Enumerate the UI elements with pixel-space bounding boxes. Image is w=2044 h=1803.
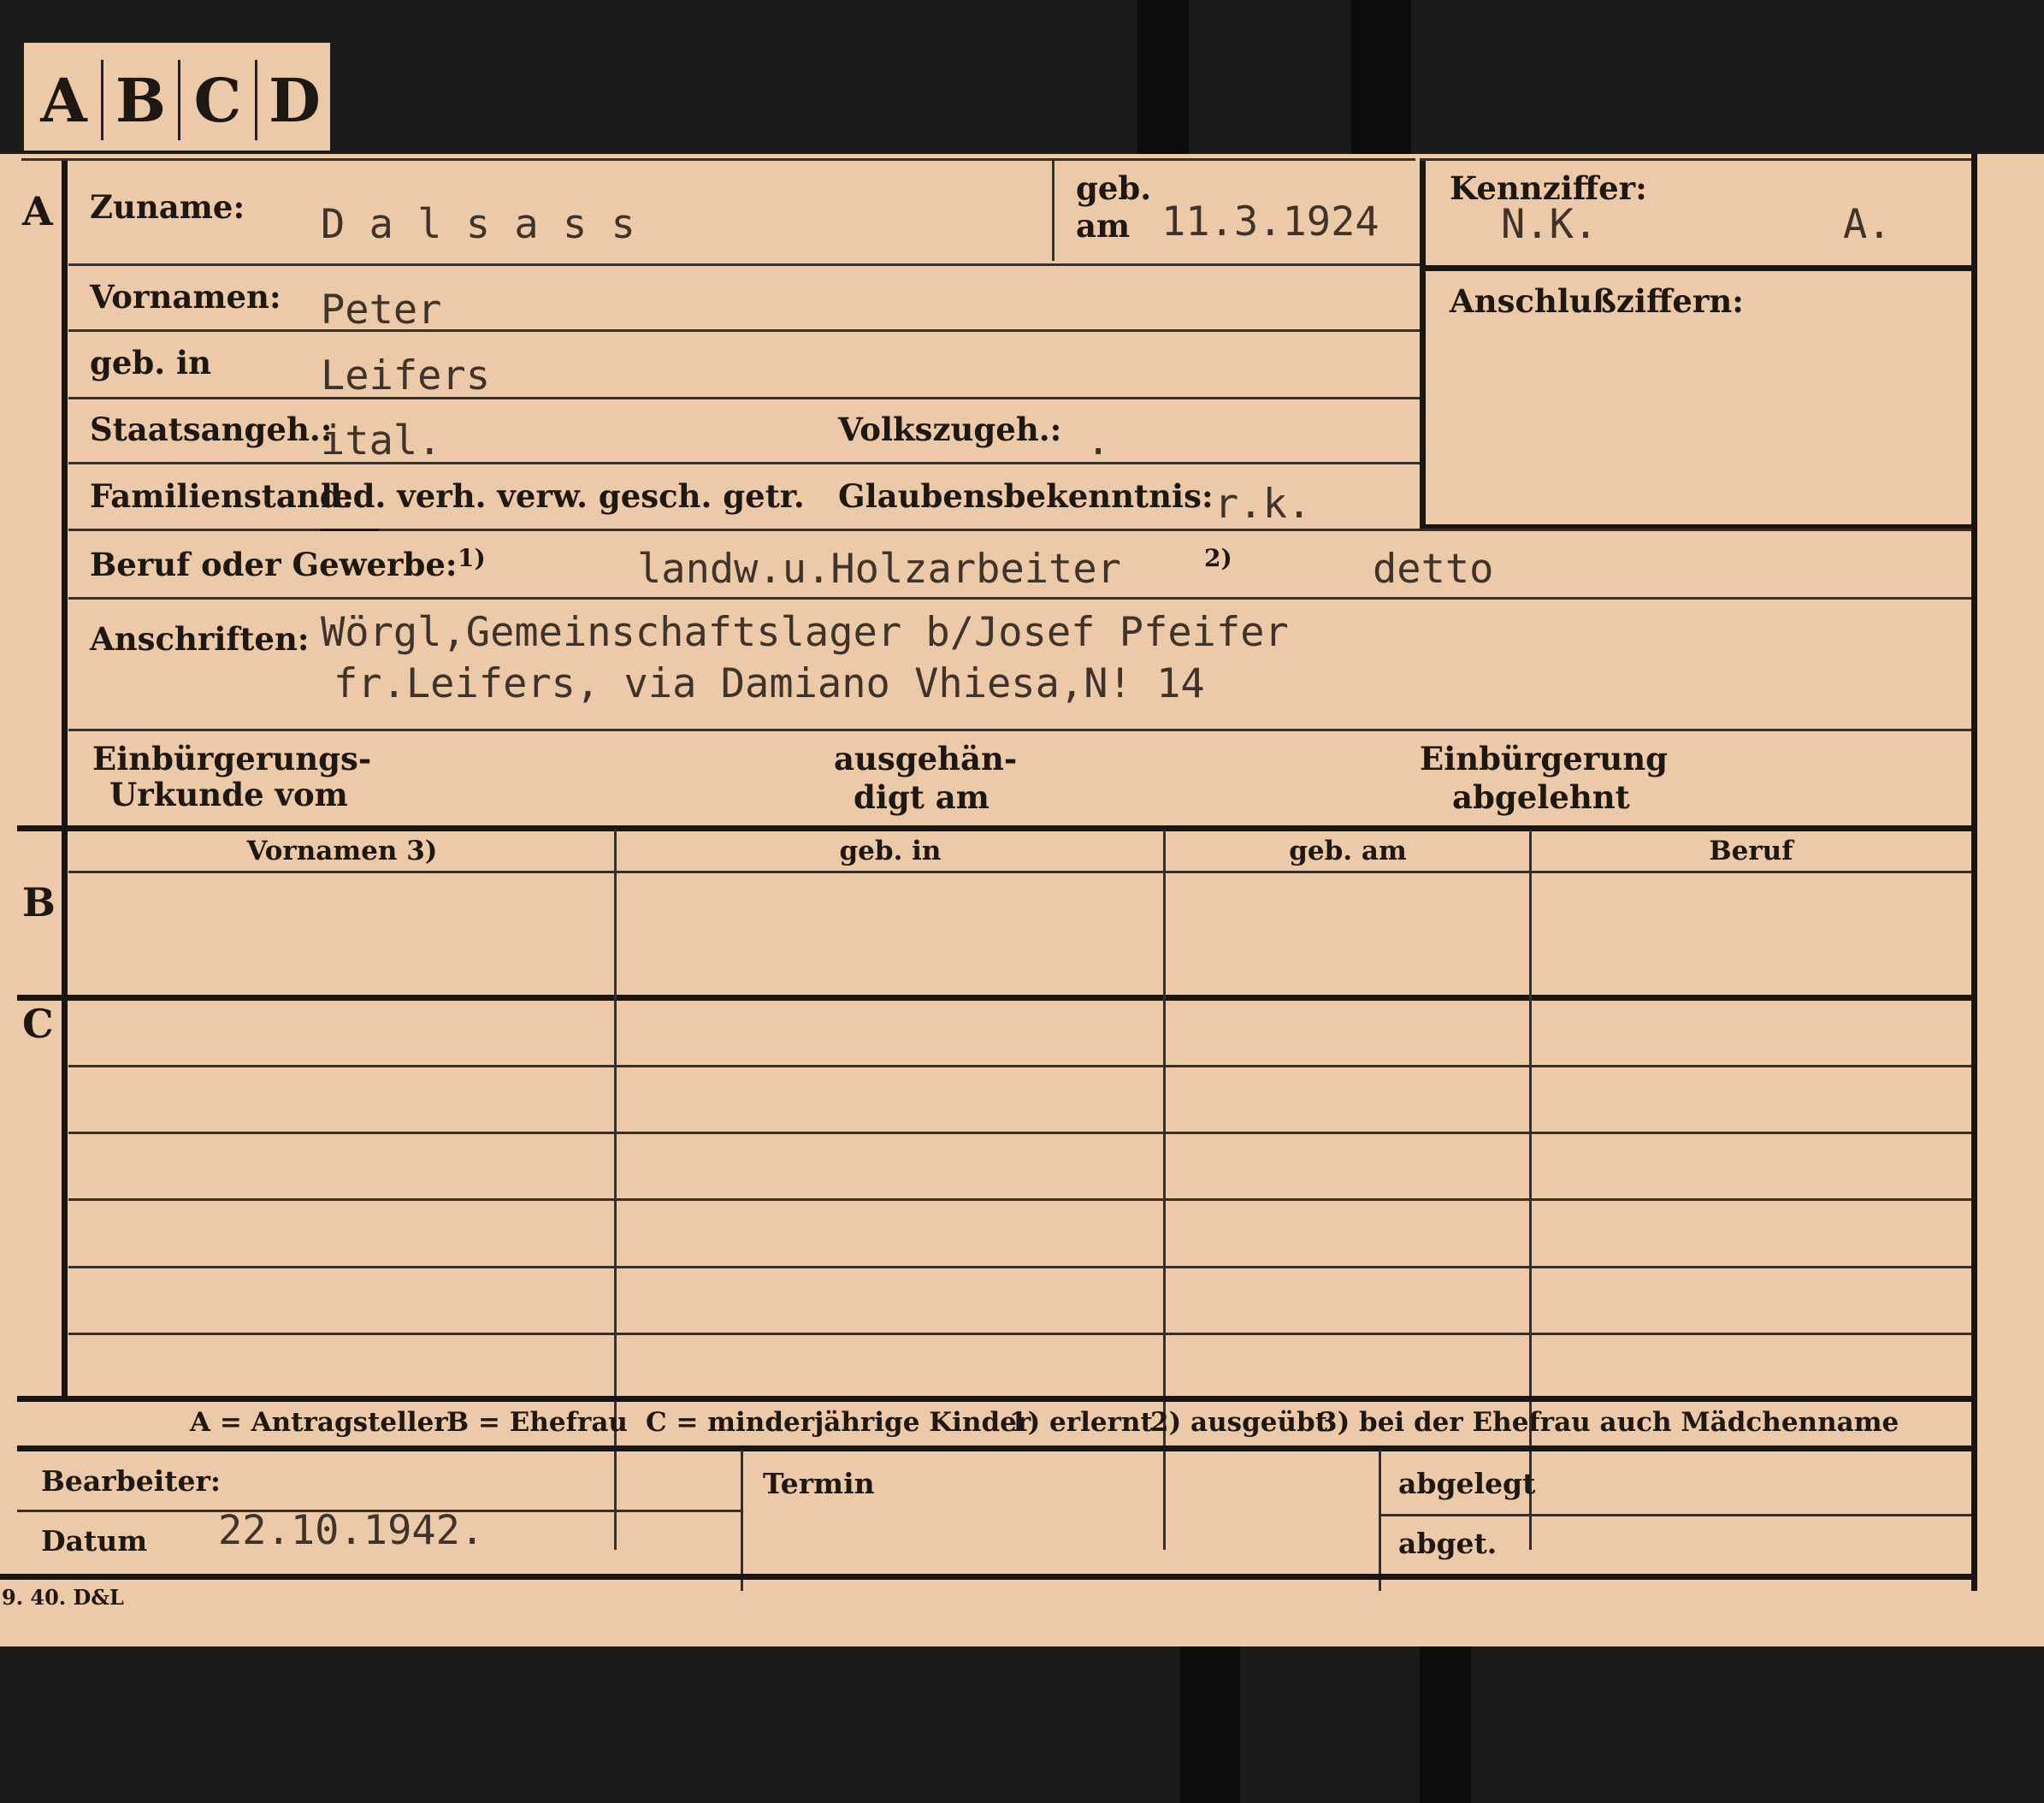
- abget-label: abget.: [1398, 1527, 1498, 1560]
- anschriften-label: Anschriften:: [90, 620, 310, 658]
- background-streak: [1137, 0, 1189, 154]
- geb-am-label: geb.: [1076, 169, 1152, 207]
- left-margin-line: [62, 158, 68, 1398]
- row-line: [68, 329, 1420, 332]
- glauben-label: Glaubensbekenntnis:: [838, 477, 1214, 515]
- row-line: [68, 597, 1971, 600]
- kennziffer-box-divider: [1426, 265, 1971, 271]
- col-beruf-header: Beruf: [1709, 836, 1793, 866]
- ausgehaendigt-label: ausgehän-: [834, 740, 1018, 777]
- row-line: [68, 729, 1971, 731]
- table-row-line: [68, 1065, 1971, 1067]
- registration-card: A Zuname: D a l s a s s geb. am 11.3.192…: [0, 154, 2044, 1646]
- beruf-ausgeuebt-value: detto: [1373, 546, 1494, 593]
- datum-value: 22.10.1942.: [218, 1507, 485, 1554]
- section-b-marker: B: [22, 879, 56, 925]
- termin-label: Termin: [763, 1467, 875, 1500]
- legend-b: B = Ehefrau: [446, 1407, 628, 1438]
- legend-top-line: [17, 1396, 1971, 1402]
- beruf-erlernt-value: landw.u.Holzarbeiter: [637, 546, 1121, 593]
- staatsangeh-label: Staatsangeh.:: [90, 411, 333, 448]
- familienstand-underline: [321, 529, 379, 531]
- anschluss-label: Anschlußziffern:: [1450, 282, 1744, 320]
- legend-c: C = minderjährige Kinder: [646, 1407, 1031, 1438]
- footer-divider: [1379, 1450, 1381, 1591]
- top-line: [21, 158, 1415, 161]
- einbuergerungs-urkunde-label: Urkunde vom: [109, 776, 348, 813]
- print-code: 9. 40. D&L: [2, 1585, 124, 1610]
- kennziffer-value: N.K.: [1501, 201, 1598, 248]
- zuname-label: Zuname:: [90, 188, 245, 226]
- background-streak: [1180, 1646, 1240, 1803]
- kennziffer-value: A.: [1843, 201, 1892, 248]
- section-a-bottom: [17, 825, 1971, 831]
- beruf-note-2: 2): [1204, 544, 1232, 572]
- abgelegt-label: abgelegt: [1398, 1467, 1536, 1500]
- section-b-bottom: [17, 995, 1971, 1001]
- geb-am-value: 11.3.1924: [1161, 198, 1379, 245]
- table-row-line: [68, 1266, 1971, 1268]
- row-line: [68, 462, 1420, 464]
- row-line: [68, 397, 1420, 399]
- kennziffer-box-left: [1420, 158, 1426, 530]
- footer-divider: [741, 1450, 743, 1591]
- vornamen-label: Vornamen:: [90, 278, 281, 316]
- index-tab: A B C D: [24, 43, 330, 151]
- zuname-value: D a l s a s s: [321, 201, 635, 248]
- einbuergerung-abgelehnt-label: Einbürgerung: [1420, 740, 1669, 777]
- tab-a: A: [40, 64, 87, 136]
- tab-c: C: [193, 64, 242, 136]
- section-a-marker: A: [22, 188, 53, 234]
- vornamen-value: Peter: [321, 287, 442, 334]
- tab-d: D: [269, 64, 321, 136]
- datum-label: Datum: [41, 1524, 148, 1558]
- legend-a: A = Antragsteller: [190, 1407, 448, 1438]
- geb-in-label: geb. in: [90, 344, 212, 381]
- footer-row-line: [1381, 1514, 1971, 1516]
- background-streak: [1351, 0, 1411, 154]
- glauben-value: r.k.: [1214, 481, 1312, 528]
- einbuergerungs-urkunde-label: Einbürgerungs-: [92, 740, 372, 777]
- tab-divider: [101, 60, 103, 140]
- familienstand-options: led. verh. verw. gesch. getr.: [321, 477, 805, 515]
- geb-am-label: am: [1076, 207, 1131, 245]
- volkszugeh-value: .: [1086, 417, 1111, 464]
- right-border-line: [1971, 154, 1977, 1591]
- familienstand-label: Familienstand:: [90, 477, 354, 515]
- column-divider: [1529, 830, 1532, 1550]
- table-row-line: [68, 1198, 1971, 1201]
- row-line: [68, 263, 1420, 266]
- tab-b: B: [115, 64, 167, 136]
- tab-divider: [255, 60, 257, 140]
- ausgehaendigt-label: digt am: [854, 778, 990, 816]
- section-c-marker: C: [22, 1001, 54, 1047]
- col-geb-in-header: geb. in: [839, 836, 942, 866]
- table-header-line: [68, 871, 1971, 873]
- table-row-line: [68, 1132, 1971, 1134]
- geb-am-divider: [1052, 158, 1054, 261]
- beruf-note-1: 1): [458, 544, 486, 572]
- bearbeiter-label: Bearbeiter:: [41, 1464, 222, 1498]
- staatsangeh-value: ital.: [321, 417, 442, 464]
- background-streak: [1420, 1646, 1471, 1803]
- table-row-line: [68, 1333, 1971, 1335]
- tab-divider: [178, 60, 180, 140]
- anschrift-line-1: Wörgl,Gemeinschaftslager b/Josef Pfeifer: [321, 609, 1289, 656]
- column-divider: [614, 830, 617, 1550]
- col-vornamen-header: Vornamen 3): [246, 836, 438, 866]
- legend-note-3: 3) bei der Ehefrau auch Mädchenname: [1319, 1407, 1899, 1438]
- einbuergerung-abgelehnt-label: abgelehnt: [1452, 778, 1630, 816]
- kennziffer-box-top: [1420, 158, 1971, 161]
- legend-note-1: 1) erlernt: [1009, 1407, 1153, 1438]
- volkszugeh-label: Volkszugeh.:: [838, 411, 1062, 448]
- legend-bottom-line: [17, 1445, 1971, 1451]
- beruf-label: Beruf oder Gewerbe:: [90, 546, 458, 583]
- legend-note-2: 2) ausgeübt: [1150, 1407, 1328, 1438]
- card-bottom-line: [0, 1574, 1977, 1580]
- anschrift-line-2: fr.Leifers, via Damiano Vhiesa,N! 14: [334, 660, 1205, 707]
- geb-in-value: Leifers: [321, 352, 491, 399]
- column-divider: [1163, 830, 1166, 1550]
- col-geb-am-header: geb. am: [1289, 836, 1407, 866]
